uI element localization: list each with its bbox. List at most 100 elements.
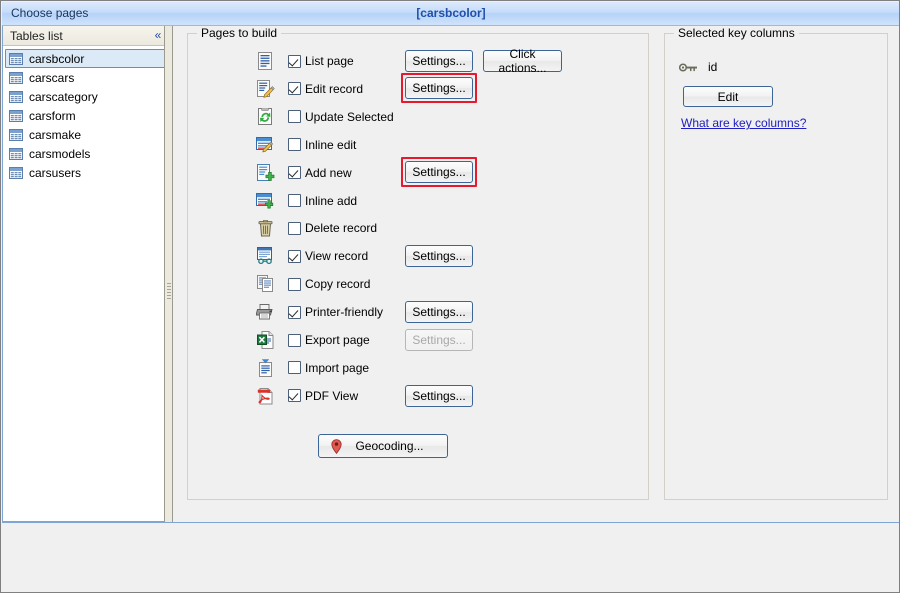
page-option-row: Printer-friendly Settings... xyxy=(188,298,648,326)
checkbox-box[interactable] xyxy=(288,82,301,95)
delete-record-icon xyxy=(254,217,276,239)
checkbox-box[interactable] xyxy=(288,334,301,347)
page-option-row: Export page Settings... xyxy=(188,326,648,354)
pages-to-build-group: Pages to build List pageSettings...Click… xyxy=(187,33,649,500)
page-option-label: Copy record xyxy=(305,277,370,291)
tables-list-title: Tables list xyxy=(10,29,63,43)
geocoding-button-label: Geocoding... xyxy=(342,439,447,453)
checkbox-box[interactable] xyxy=(288,110,301,123)
checkbox-box[interactable] xyxy=(288,306,301,319)
page-option-checkbox[interactable]: Edit record xyxy=(288,82,363,96)
page-option-checkbox[interactable]: Printer-friendly xyxy=(288,305,383,319)
checkbox-box[interactable] xyxy=(288,194,301,207)
title-bar: Choose pages [carsbcolor] xyxy=(2,2,900,26)
page-option-row: Delete record xyxy=(188,214,648,242)
settings-button-label: Settings... xyxy=(412,249,465,263)
table-list-item-label: carsbcolor xyxy=(29,52,84,66)
page-option-label: Import page xyxy=(305,361,369,375)
page-option-label: Inline add xyxy=(305,194,357,208)
page-option-label: Add new xyxy=(305,166,352,180)
page-option-checkbox[interactable]: Inline add xyxy=(288,194,357,208)
map-pin-icon xyxy=(331,439,342,454)
update-selected-icon xyxy=(254,106,276,128)
table-icon xyxy=(9,110,23,122)
geocoding-button[interactable]: Geocoding... xyxy=(318,434,448,458)
checkbox-box[interactable] xyxy=(288,55,301,68)
edit-key-columns-button[interactable]: Edit xyxy=(683,86,773,107)
selected-key-columns-group: Selected key columns id Edit What are ke… xyxy=(664,33,888,500)
page-option-row: Copy record xyxy=(188,270,648,298)
table-list-item[interactable]: carsbcolor xyxy=(5,49,169,68)
pages-to-build-title: Pages to build xyxy=(197,26,281,40)
table-list-item[interactable]: carsform xyxy=(5,106,169,125)
double-chevron-left-icon[interactable]: « xyxy=(151,29,165,43)
checkbox-box[interactable] xyxy=(288,250,301,263)
page-option-checkbox[interactable]: PDF View xyxy=(288,389,358,403)
view-record-icon xyxy=(254,245,276,267)
checkbox-box[interactable] xyxy=(288,138,301,151)
settings-button[interactable]: Settings... xyxy=(405,77,473,99)
settings-button-label: Settings... xyxy=(412,165,465,179)
checkbox-box[interactable] xyxy=(288,389,301,402)
page-option-label: Printer-friendly xyxy=(305,305,383,319)
page-option-checkbox[interactable]: Add new xyxy=(288,166,352,180)
click-actions-button-label: Click actions... xyxy=(484,47,561,75)
key-column-row: id xyxy=(679,60,717,74)
page-option-row: Import page xyxy=(188,354,648,382)
page-option-row: List page Settings... Click actions... xyxy=(188,47,648,75)
page-option-checkbox[interactable]: Copy record xyxy=(288,277,370,291)
bottom-toolbar: Project << Back Next >> Build Help Close xyxy=(2,523,900,593)
page-option-row: Update Selected xyxy=(188,103,648,131)
page-option-row: Add new Settings... xyxy=(188,159,648,187)
page-option-label: Delete record xyxy=(305,221,377,235)
checkbox-box[interactable] xyxy=(288,361,301,374)
tables-list-panel: Tables list « carsbcolor carscars carscate… xyxy=(2,26,172,522)
pdf-icon xyxy=(254,385,276,407)
click-actions-button[interactable]: Click actions... xyxy=(483,50,562,72)
page-option-label: View record xyxy=(305,249,368,263)
page-option-checkbox[interactable]: List page xyxy=(288,54,354,68)
settings-button[interactable]: Settings... xyxy=(405,245,473,267)
what-are-key-columns-link[interactable]: What are key columns? xyxy=(681,116,806,130)
page-option-checkbox[interactable]: Inline edit xyxy=(288,138,356,152)
inline-edit-icon xyxy=(254,134,276,156)
page-option-row: Edit record Settings... xyxy=(188,75,648,103)
page-option-checkbox[interactable]: Update Selected xyxy=(288,110,394,124)
selected-key-columns-title: Selected key columns xyxy=(674,26,799,40)
settings-button-label: Settings... xyxy=(412,54,465,68)
table-icon xyxy=(9,167,23,179)
page-option-checkbox[interactable]: View record xyxy=(288,249,368,263)
settings-button-label: Settings... xyxy=(412,389,465,403)
inline-add-icon xyxy=(254,190,276,212)
sidebar-splitter[interactable] xyxy=(164,26,173,522)
table-list-item[interactable]: carscategory xyxy=(5,87,169,106)
table-list-item[interactable]: carsusers xyxy=(5,163,169,182)
page-option-checkbox[interactable]: Import page xyxy=(288,361,369,375)
checkbox-box[interactable] xyxy=(288,278,301,291)
table-list-item[interactable]: carscars xyxy=(5,68,169,87)
page-title: [carsbcolor] xyxy=(2,6,900,20)
edit-record-icon xyxy=(254,78,276,100)
page-option-checkbox[interactable]: Delete record xyxy=(288,221,377,235)
table-list-item-label: carsmake xyxy=(29,128,81,142)
settings-button[interactable]: Settings... xyxy=(405,161,473,183)
page-option-label: Inline edit xyxy=(305,138,356,152)
settings-button[interactable]: Settings... xyxy=(405,50,473,72)
splitter-grip[interactable] xyxy=(166,281,172,311)
checkbox-box[interactable] xyxy=(288,222,301,235)
table-list-item[interactable]: carsmake xyxy=(5,125,169,144)
page-option-checkbox[interactable]: Export page xyxy=(288,333,370,347)
settings-button-label: Settings... xyxy=(412,333,465,347)
settings-button[interactable]: Settings... xyxy=(405,301,473,323)
copy-record-icon xyxy=(254,273,276,295)
table-list-item-label: carsmodels xyxy=(29,147,90,161)
table-icon xyxy=(9,53,23,65)
settings-button-label: Settings... xyxy=(412,81,465,95)
settings-button[interactable]: Settings... xyxy=(405,385,473,407)
tables-list[interactable]: carsbcolor carscars carscategorycarsform ca… xyxy=(3,47,171,521)
table-list-item-label: carscars xyxy=(29,71,74,85)
page-option-row: Inline edit xyxy=(188,131,648,159)
checkbox-box[interactable] xyxy=(288,166,301,179)
export-excel-icon xyxy=(254,329,276,351)
table-list-item[interactable]: carsmodels xyxy=(5,144,169,163)
